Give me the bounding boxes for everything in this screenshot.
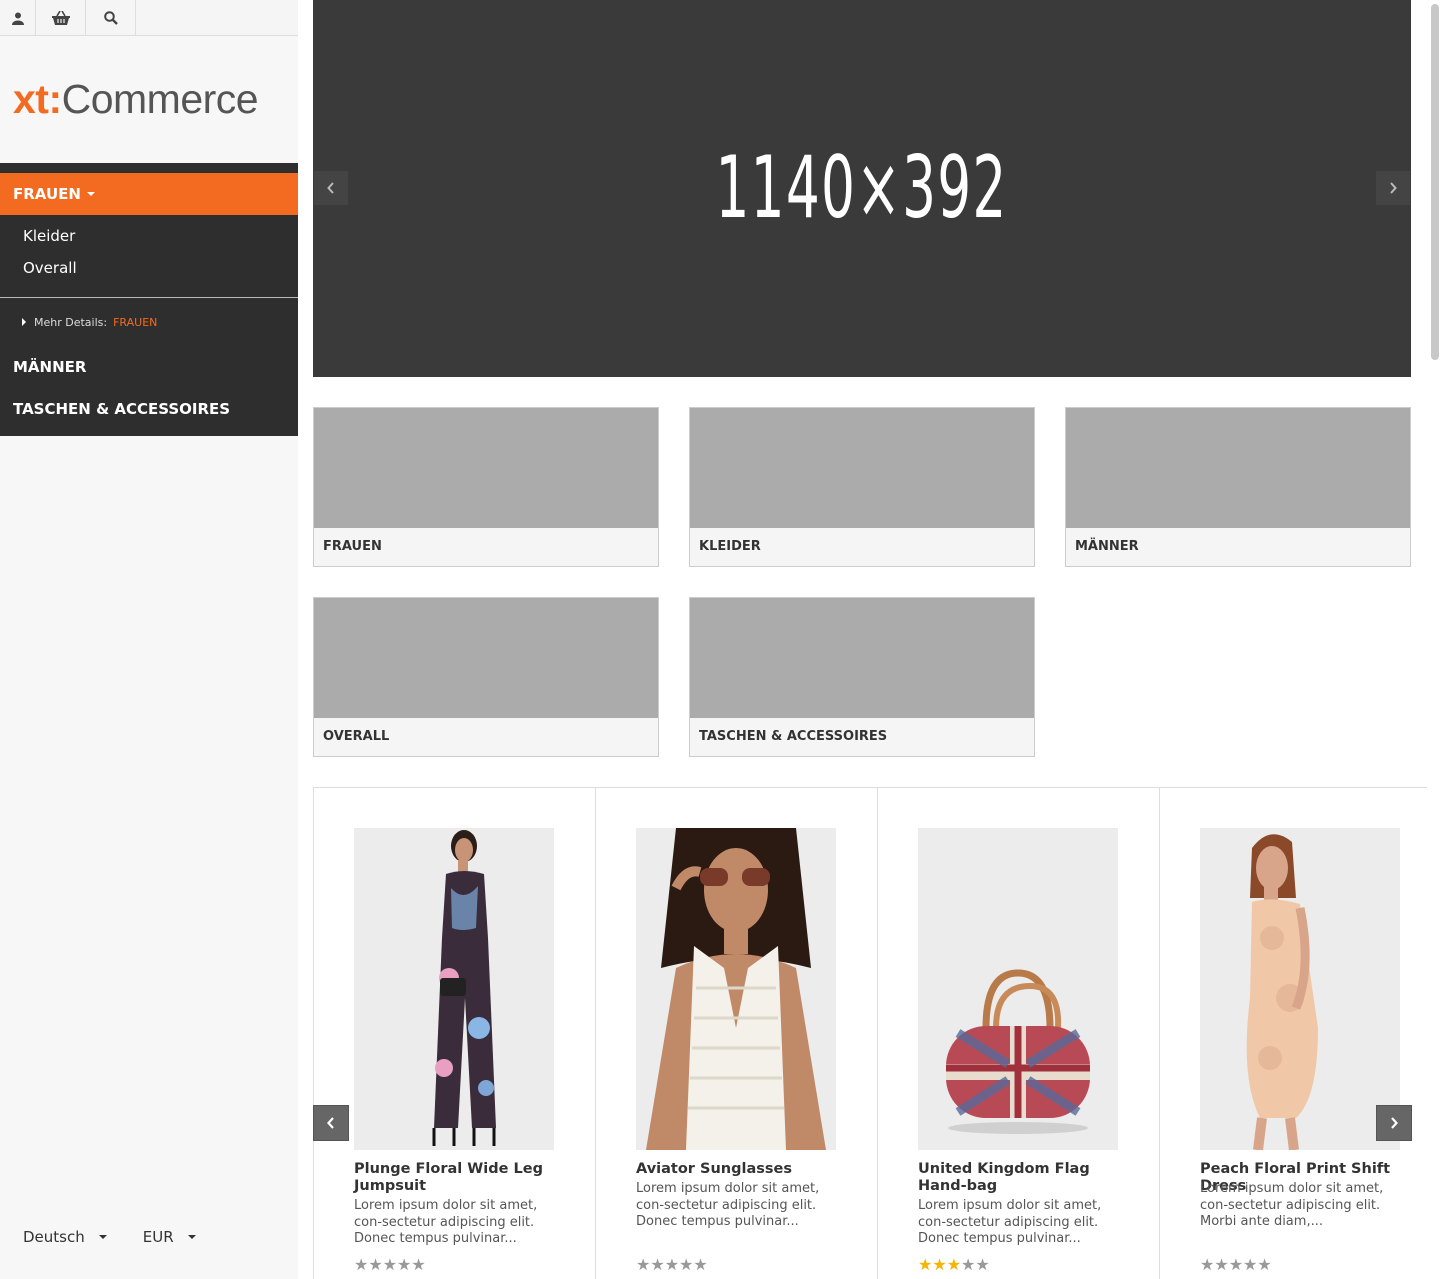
more-details-label: Mehr Details: xyxy=(34,316,108,329)
logo-name: Commerce xyxy=(61,76,259,122)
category-label: MÄNNER xyxy=(1075,539,1139,554)
category-label: OVERALL xyxy=(323,729,390,744)
star-rating: ★★★★★ xyxy=(354,1255,426,1274)
star-icon: ★ xyxy=(961,1255,976,1274)
subnav-item-overall[interactable]: Overall xyxy=(23,257,298,289)
product-title[interactable]: Plunge Floral Wide Leg Jumpsuit xyxy=(354,1161,564,1195)
star-rating: ★★★★★ xyxy=(918,1255,990,1274)
category-tile-taschen-accessoires[interactable]: TASCHEN & ACCESSOIRES xyxy=(689,597,1035,757)
category-image xyxy=(690,408,1034,528)
star-icon: ★ xyxy=(1228,1255,1244,1274)
category-label: TASCHEN & ACCESSOIRES xyxy=(699,729,888,744)
more-details: Mehr Details: FRAUEN xyxy=(0,298,298,346)
star-icon: ★ xyxy=(397,1255,412,1274)
product-card[interactable]: Aviator Sunglasses Lorem ipsum dolor sit… xyxy=(595,788,877,1279)
caret-down-icon xyxy=(86,192,95,196)
page-scrollbar[interactable] xyxy=(1431,4,1439,360)
star-icon: ★ xyxy=(946,1255,962,1274)
star-icon: ★ xyxy=(679,1255,694,1274)
product-description: Lorem ipsum dolor sit amet, con-sectetur… xyxy=(1200,1181,1384,1229)
star-icon: ★ xyxy=(382,1255,398,1274)
category-nav: FRAUEN Kleider Overall Mehr Details: FRA… xyxy=(0,163,298,436)
product-card[interactable]: Peach Floral Print Shift Dress Lorem ips… xyxy=(1159,788,1441,1279)
product-image[interactable] xyxy=(354,828,554,1150)
chevron-right-icon xyxy=(1390,182,1397,194)
subnav-item-kleider[interactable]: Kleider xyxy=(23,225,298,257)
star-icon: ★ xyxy=(975,1255,990,1274)
category-tile-maenner[interactable]: MÄNNER xyxy=(1065,407,1411,567)
footer-selectors: Deutsch EUR xyxy=(23,1228,196,1246)
category-label: KLEIDER xyxy=(699,539,761,554)
language-value: Deutsch xyxy=(23,1228,85,1246)
star-icon: ★ xyxy=(368,1255,383,1274)
nav-item-label: FRAUEN xyxy=(13,185,81,203)
more-details-link[interactable]: FRAUEN xyxy=(113,316,157,329)
currency-value: EUR xyxy=(142,1228,174,1246)
category-tile-kleider[interactable]: KLEIDER xyxy=(689,407,1035,567)
nav-item-taschen-accessoires[interactable]: TASCHEN & ACCESSOIRES xyxy=(0,388,298,436)
product-description: Lorem ipsum dolor sit amet, con-sectetur… xyxy=(636,1181,820,1229)
star-icon: ★ xyxy=(1257,1255,1272,1274)
star-icon: ★ xyxy=(636,1255,651,1274)
star-icon: ★ xyxy=(693,1255,708,1274)
hero-prev-button[interactable] xyxy=(314,171,348,205)
star-icon: ★ xyxy=(650,1255,665,1274)
hero-next-button[interactable] xyxy=(1376,171,1410,205)
star-icon: ★ xyxy=(664,1255,680,1274)
nav-item-maenner[interactable]: MÄNNER xyxy=(0,346,298,388)
top-toolbar xyxy=(0,0,298,36)
product-title[interactable]: Aviator Sunglasses xyxy=(636,1161,846,1178)
category-tile-overall[interactable]: OVERALL xyxy=(313,597,659,757)
star-rating: ★★★★★ xyxy=(1200,1255,1272,1274)
category-tile-frauen[interactable]: FRAUEN xyxy=(313,407,659,567)
product-card[interactable]: Plunge Floral Wide Leg Jumpsuit Lorem ip… xyxy=(313,788,595,1279)
subcategory-list: Kleider Overall xyxy=(0,215,298,297)
language-select[interactable]: Deutsch xyxy=(23,1228,107,1246)
category-image xyxy=(690,598,1034,718)
star-icon: ★ xyxy=(1214,1255,1229,1274)
category-label: FRAUEN xyxy=(323,539,382,554)
chevron-left-icon xyxy=(327,182,334,194)
sidebar: xt: Commerce FRAUEN Kleider Overall Mehr … xyxy=(0,0,298,1279)
product-title[interactable]: United Kingdom Flag Hand-bag xyxy=(918,1161,1128,1195)
product-description: Lorem ipsum dolor sit amet, con-sectetur… xyxy=(354,1198,538,1246)
product-card[interactable]: United Kingdom Flag Hand-bag Lorem ipsum… xyxy=(877,788,1159,1279)
user-icon[interactable] xyxy=(0,0,36,36)
caret-right-icon xyxy=(22,318,26,326)
product-image[interactable] xyxy=(918,828,1118,1150)
star-icon: ★ xyxy=(1200,1255,1215,1274)
star-icon: ★ xyxy=(932,1255,947,1274)
star-icon: ★ xyxy=(354,1255,369,1274)
caret-down-icon xyxy=(187,1235,196,1239)
caret-down-icon xyxy=(98,1235,107,1239)
product-carousel: Plunge Floral Wide Leg Jumpsuit Lorem ip… xyxy=(313,787,1427,1279)
product-image[interactable] xyxy=(636,828,836,1150)
search-icon[interactable] xyxy=(86,0,136,36)
category-image xyxy=(314,408,658,528)
logo-prefix: xt: xyxy=(13,76,62,122)
nav-item-frauen[interactable]: FRAUEN xyxy=(0,173,298,215)
hero-slider[interactable]: 1140×392 xyxy=(313,0,1411,377)
star-icon: ★ xyxy=(918,1255,933,1274)
category-image xyxy=(1066,408,1410,528)
basket-icon[interactable] xyxy=(36,0,86,36)
star-rating: ★★★★★ xyxy=(636,1255,708,1274)
site-logo[interactable]: xt: Commerce xyxy=(0,36,298,163)
chevron-right-icon xyxy=(1391,1117,1398,1129)
category-image xyxy=(314,598,658,718)
products-next-button[interactable] xyxy=(1376,1105,1412,1141)
product-description: Lorem ipsum dolor sit amet, con-sectetur… xyxy=(918,1198,1102,1246)
star-icon: ★ xyxy=(411,1255,426,1274)
currency-select[interactable]: EUR xyxy=(143,1228,196,1246)
product-image[interactable] xyxy=(1200,828,1400,1150)
hero-placeholder-text: 1140×392 xyxy=(715,137,1009,238)
star-icon: ★ xyxy=(1243,1255,1258,1274)
chevron-left-icon xyxy=(327,1117,334,1129)
products-prev-button[interactable] xyxy=(313,1105,349,1141)
